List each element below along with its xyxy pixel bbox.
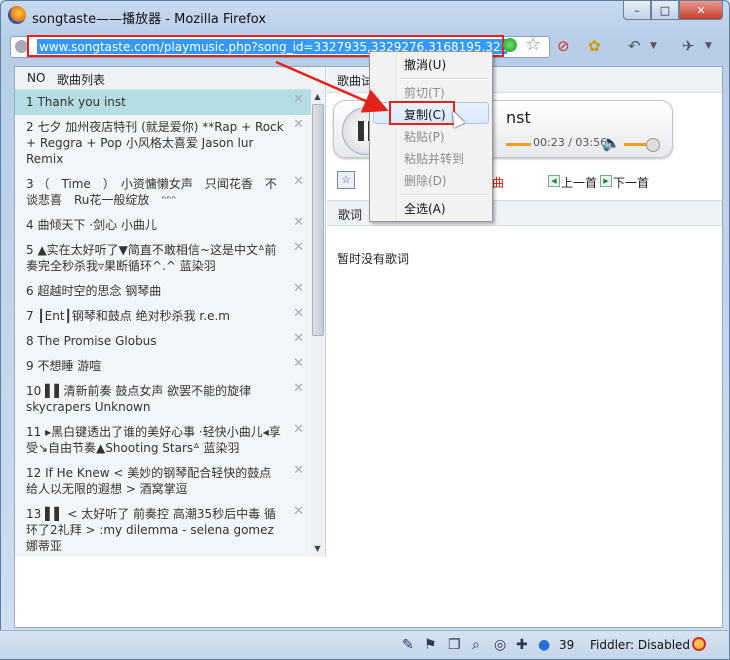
progress-bar[interactable]	[506, 143, 531, 146]
lyrics-text: 暂时没有歌词	[337, 252, 410, 266]
status-circle-icon[interactable]: ●	[538, 637, 550, 653]
remove-song-icon[interactable]: ✕	[293, 92, 304, 108]
menu-item-paste[interactable]: 粘贴(P)	[404, 128, 445, 145]
playlist-scrollbar[interactable]: ▲ ▼	[311, 90, 324, 556]
remove-song-icon[interactable]: ✕	[293, 174, 304, 190]
song-row[interactable]: 13 ▌▌ < 太好听了 前奏控 高潮35秒后中毒 循环了2礼拜 > :my d…	[15, 502, 311, 557]
window-controls: – □ ✕	[623, 1, 723, 21]
volume-icon[interactable]: 🔈	[602, 134, 621, 152]
menu-item-paste-and-go[interactable]: 粘贴并转到	[404, 150, 464, 167]
remove-song-icon[interactable]: ✕	[293, 422, 304, 438]
player-header-label: 歌曲试	[337, 74, 374, 88]
status-count: 39	[559, 638, 575, 652]
menu-separator	[400, 78, 488, 80]
column-no: NO	[27, 71, 46, 85]
remove-song-icon[interactable]: ✕	[293, 117, 304, 133]
tools-icon[interactable]: ✈	[682, 37, 695, 55]
song-title[interactable]: 9 不想睡 游喧	[26, 359, 101, 373]
song-title[interactable]: 1 Thank you inst	[26, 95, 126, 109]
song-row[interactable]: 12 If He Knew < 美妙的钢琴配合轻快的鼓点 给人以无限的遐想 > …	[15, 461, 311, 502]
time-display: 00:23 / 03:56	[533, 136, 608, 149]
forbid-icon[interactable]	[692, 637, 706, 651]
scroll-up-icon[interactable]: ▲	[311, 90, 324, 104]
status-bar: ✎ ⚑ ❐ ⌕ ◎ ✚ ● 39 Fiddler: Disabled	[0, 630, 728, 659]
song-row[interactable]: 5 ▲实在太好听了▼简直不敢相信~这是中文ᐞ前奏完全秒杀我▿果断循环^.^ 蓝染…	[15, 238, 311, 279]
song-title[interactable]: 4 曲倾天下 ·剑心 小曲儿	[26, 218, 157, 232]
song-title[interactable]: 10 ▌▌清新前奏 鼓点女声 欲罢不能的旋律 skycrapers Unknow…	[26, 384, 251, 414]
song-title[interactable]: 7 ┃Ent┃钢琴和鼓点 绝对秒杀我 r.e.m	[26, 309, 230, 323]
column-song-list: 歌曲列表	[57, 73, 106, 87]
song-row[interactable]: 10 ▌▌清新前奏 鼓点女声 欲罢不能的旋律 skycrapers Unknow…	[15, 379, 311, 420]
playlist-header: NO 歌曲列表	[15, 67, 311, 90]
now-playing-title: nst	[506, 108, 531, 127]
favorite-star-icon[interactable]: ☆	[337, 171, 355, 189]
song-row[interactable]: 7 ┃Ent┃钢琴和鼓点 绝对秒杀我 r.e.m ✕	[15, 304, 311, 329]
close-button[interactable]: ✕	[679, 1, 723, 20]
song-row[interactable]: 11 ▸黑白键透出了谁的美好心事 ·轻快小曲儿◂享受↘自由节奏▲Shooting…	[15, 420, 311, 461]
copy-annotation-box	[389, 101, 455, 125]
title-bar: songtaste——播放器 - Mozilla Firefox – □ ✕	[1, 1, 729, 31]
menu-gutter	[396, 54, 398, 218]
bookmark-star-icon[interactable]: ☆	[525, 34, 541, 55]
remove-song-icon[interactable]: ✕	[293, 356, 304, 372]
adblock-icon[interactable]: ⊘	[557, 37, 570, 55]
maximize-button[interactable]: □	[651, 1, 679, 20]
scroll-down-icon[interactable]: ▼	[311, 542, 324, 556]
menu-separator	[400, 194, 488, 196]
song-title[interactable]: 8 The Promise Globus	[26, 334, 157, 348]
song-title[interactable]: 5 ▲实在太好听了▼简直不敢相信~这是中文ᐞ前奏完全秒杀我▿果断循环^.^ 蓝染…	[26, 243, 276, 273]
menu-item-delete[interactable]: 删除(D)	[404, 172, 447, 189]
remove-song-icon[interactable]: ✕	[293, 281, 304, 297]
volume-knob[interactable]	[646, 138, 660, 152]
song-row[interactable]: 8 The Promise Globus ✕	[15, 329, 311, 354]
lyrics-header-label: 歌词	[338, 208, 363, 222]
song-title[interactable]: 2 七夕 加州夜店特刊 (就是爱你) **Rap + Rock + Reggra…	[26, 120, 284, 166]
song-row[interactable]: 1 Thank you inst ✕	[15, 90, 311, 115]
next-icon[interactable]: ▶	[600, 175, 612, 187]
brush-icon[interactable]: ✎	[402, 637, 414, 653]
song-row[interactable]: 6 超越时空的思念 钢琴曲 ✕	[15, 279, 311, 304]
fiddler-status[interactable]: Fiddler: Disabled	[590, 638, 690, 652]
song-list: 1 Thank you inst ✕ 2 七夕 加州夜店特刊 (就是爱你) **Ra…	[15, 90, 311, 557]
song-row[interactable]: 4 曲倾天下 ·剑心 小曲儿 ✕	[15, 213, 311, 238]
window-title: songtaste——播放器 - Mozilla Firefox	[32, 12, 267, 27]
menu-item-select-all[interactable]: 全选(A)	[404, 200, 446, 217]
prev-button[interactable]: 上一首	[561, 174, 597, 191]
medical-icon[interactable]: ✚	[516, 637, 528, 653]
song-row[interactable]: 3 （ Time ） 小资慵懒女声 只闻花香 不谈悲喜 Ru花一般绽放 ᵔᵔᵔ ✕	[15, 172, 311, 213]
go-arrow-icon[interactable]	[503, 38, 517, 52]
song-row[interactable]: 9 不想睡 游喧 ✕	[15, 354, 311, 379]
remove-song-icon[interactable]: ✕	[293, 381, 304, 397]
song-title[interactable]: 11 ▸黑白键透出了谁的美好心事 ·轻快小曲儿◂享受↘自由节奏▲Shooting…	[26, 425, 281, 455]
search-icon[interactable]: ⌕	[472, 637, 480, 653]
remove-song-icon[interactable]: ✕	[293, 240, 304, 256]
song-title[interactable]: 13 ▌▌ < 太好听了 前奏控 高潮35秒后中毒 循环了2礼拜 > :my d…	[26, 507, 276, 553]
dropdown-chevron-icon[interactable]: ▼	[650, 41, 657, 51]
extension-icon[interactable]: ✿	[588, 37, 601, 55]
minimize-button[interactable]: –	[623, 1, 651, 20]
remove-song-icon[interactable]: ✕	[293, 463, 304, 479]
menu-chevron-icon[interactable]: ▼	[705, 41, 712, 51]
song-row[interactable]: 2 七夕 加州夜店特刊 (就是爱你) **Rap + Rock + Reggra…	[15, 115, 311, 172]
playlist-pane: NO 歌曲列表 1 Thank you inst ✕ 2 七夕 加州夜店特刊 (就是…	[15, 67, 326, 557]
window-icon[interactable]: ❐	[448, 637, 461, 653]
firefox-logo-icon	[8, 6, 26, 24]
remove-song-icon[interactable]: ✕	[293, 504, 304, 520]
menu-item-cut[interactable]: 剪切(T)	[404, 84, 445, 101]
song-title[interactable]: 6 超越时空的思念 钢琴曲	[26, 284, 161, 298]
context-menu: 撤消(U) 剪切(T) 复制(C) 粘贴(P) 粘贴并转到 删除(D) 全选(A…	[369, 51, 493, 222]
next-button[interactable]: 下一首	[613, 174, 649, 191]
flag-icon[interactable]: ⚑	[424, 637, 437, 653]
menu-item-undo[interactable]: 撤消(U)	[404, 56, 446, 73]
scroll-thumb[interactable]	[312, 104, 324, 336]
remove-song-icon[interactable]: ✕	[293, 306, 304, 322]
song-title[interactable]: 3 （ Time ） 小资慵懒女声 只闻花香 不谈悲喜 Ru花一般绽放 ᵔᵔᵔ	[26, 177, 277, 207]
song-title[interactable]: 12 If He Knew < 美妙的钢琴配合轻快的鼓点 给人以无限的遐想 > …	[26, 466, 271, 496]
remove-song-icon[interactable]: ✕	[293, 331, 304, 347]
remove-song-icon[interactable]: ✕	[293, 215, 304, 231]
back-arrow-icon[interactable]: ↶	[628, 37, 641, 55]
camera-icon[interactable]: ◎	[494, 637, 506, 653]
prev-icon[interactable]: ◀	[548, 175, 560, 187]
